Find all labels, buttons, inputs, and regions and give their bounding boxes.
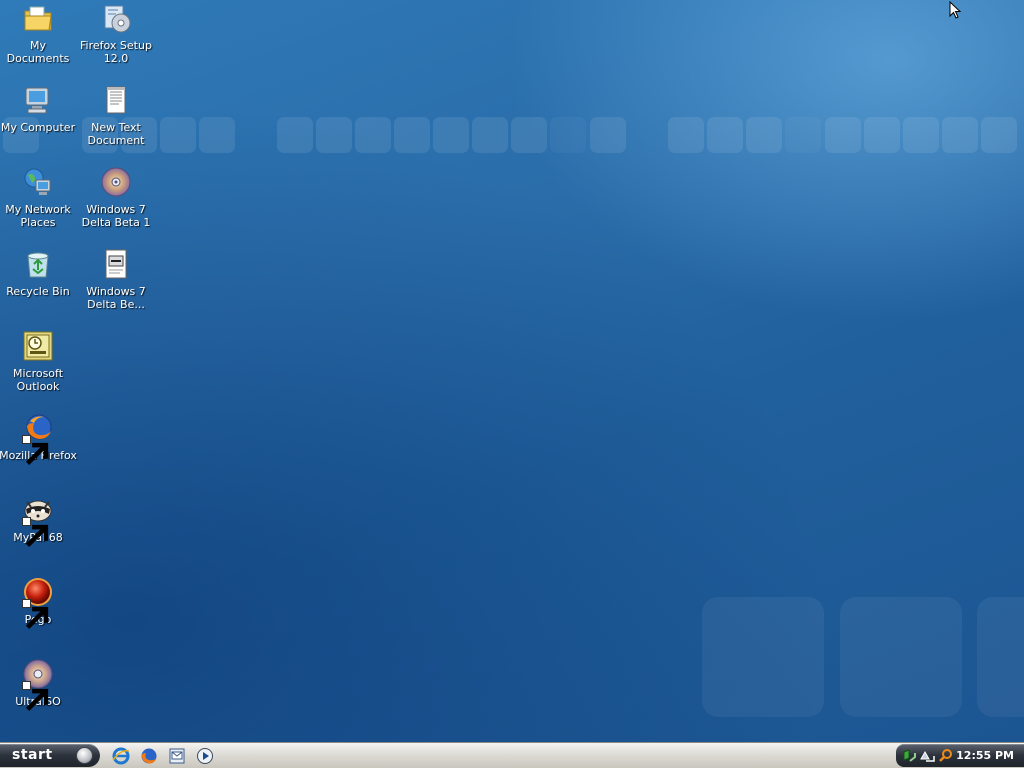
quick-launch-bar	[112, 747, 219, 765]
icon-label: New Text Document	[87, 121, 145, 147]
icon-label: My Network Places	[5, 203, 71, 229]
desktop-icon-pego[interactable]: Pego	[0, 576, 77, 630]
icon-label: My Documents	[6, 39, 70, 65]
desktop-icon-windows-7-delta-be[interactable]: Windows 7 Delta Be...	[77, 248, 155, 311]
firefox-icon[interactable]	[140, 747, 158, 765]
pego-icon	[22, 576, 54, 630]
desktop[interactable]: My Documents Firefox Setup 12.0 My Compu…	[0, 0, 1024, 742]
folder-documents-icon	[22, 2, 54, 34]
taskbar-clock[interactable]: 12:55 PM	[956, 749, 1014, 762]
ultraiso-icon	[22, 658, 54, 712]
network-icon	[22, 166, 54, 198]
desktop-icon-microsoft-outlook[interactable]: Microsoft Outlook	[0, 330, 77, 393]
network-status-icon[interactable]	[902, 748, 917, 763]
icon-label: Windows 7 Delta Be...	[86, 285, 146, 311]
start-label: start	[12, 747, 53, 763]
shortcut-arrow-icon	[22, 599, 49, 630]
outlook-express-icon[interactable]	[168, 747, 186, 765]
network-activity-icon[interactable]	[920, 748, 935, 763]
shortcut-arrow-icon	[22, 517, 49, 548]
desktop-icon-my-network-places[interactable]: My Network Places	[0, 166, 77, 229]
internet-explorer-icon[interactable]	[112, 747, 130, 765]
text-document-icon	[100, 84, 132, 116]
desktop-icon-my-computer[interactable]: My Computer	[0, 84, 77, 134]
recycle-bin-icon	[22, 248, 54, 280]
desktop-icon-my-documents[interactable]: My Documents	[0, 2, 77, 65]
desktop-icon-ultraiso[interactable]: UltraISO	[0, 658, 77, 712]
icon-label: My Computer	[0, 121, 76, 134]
desktop-icon-windows-7-delta-beta-1[interactable]: Windows 7 Delta Beta 1	[77, 166, 155, 229]
search-icon[interactable]	[938, 748, 953, 763]
desktop-icon-mozilla-firefox[interactable]: Mozilla Firefox	[0, 412, 77, 466]
mouse-pointer-icon	[949, 0, 962, 20]
outlook-icon	[22, 330, 54, 362]
taskbar[interactable]: start 12:55 PM	[0, 742, 1024, 768]
setup-file-icon	[100, 248, 132, 280]
icon-label: Microsoft Outlook	[12, 367, 64, 393]
icon-label: Firefox Setup 12.0	[80, 39, 152, 65]
desktop-icon-mypal-68[interactable]: MyPal 68	[0, 494, 77, 548]
system-tray: 12:55 PM	[896, 744, 1024, 767]
installer-icon	[100, 2, 132, 34]
desktop-icon-new-text-document[interactable]: New Text Document	[77, 84, 155, 147]
computer-icon	[22, 84, 54, 116]
mypal-icon	[22, 494, 54, 548]
media-player-icon[interactable]	[196, 747, 214, 765]
shortcut-arrow-icon	[22, 435, 49, 466]
icon-label: Recycle Bin	[6, 285, 70, 298]
firefox-icon	[22, 412, 54, 466]
shortcut-arrow-icon	[22, 681, 49, 712]
desktop-icon-recycle-bin[interactable]: Recycle Bin	[0, 248, 77, 298]
start-button[interactable]: start	[0, 744, 100, 767]
start-orb-icon	[76, 747, 93, 764]
desktop-icon-firefox-setup[interactable]: Firefox Setup 12.0	[77, 2, 155, 65]
disc-image-icon	[100, 166, 132, 198]
icon-label: Windows 7 Delta Beta 1	[81, 203, 151, 229]
